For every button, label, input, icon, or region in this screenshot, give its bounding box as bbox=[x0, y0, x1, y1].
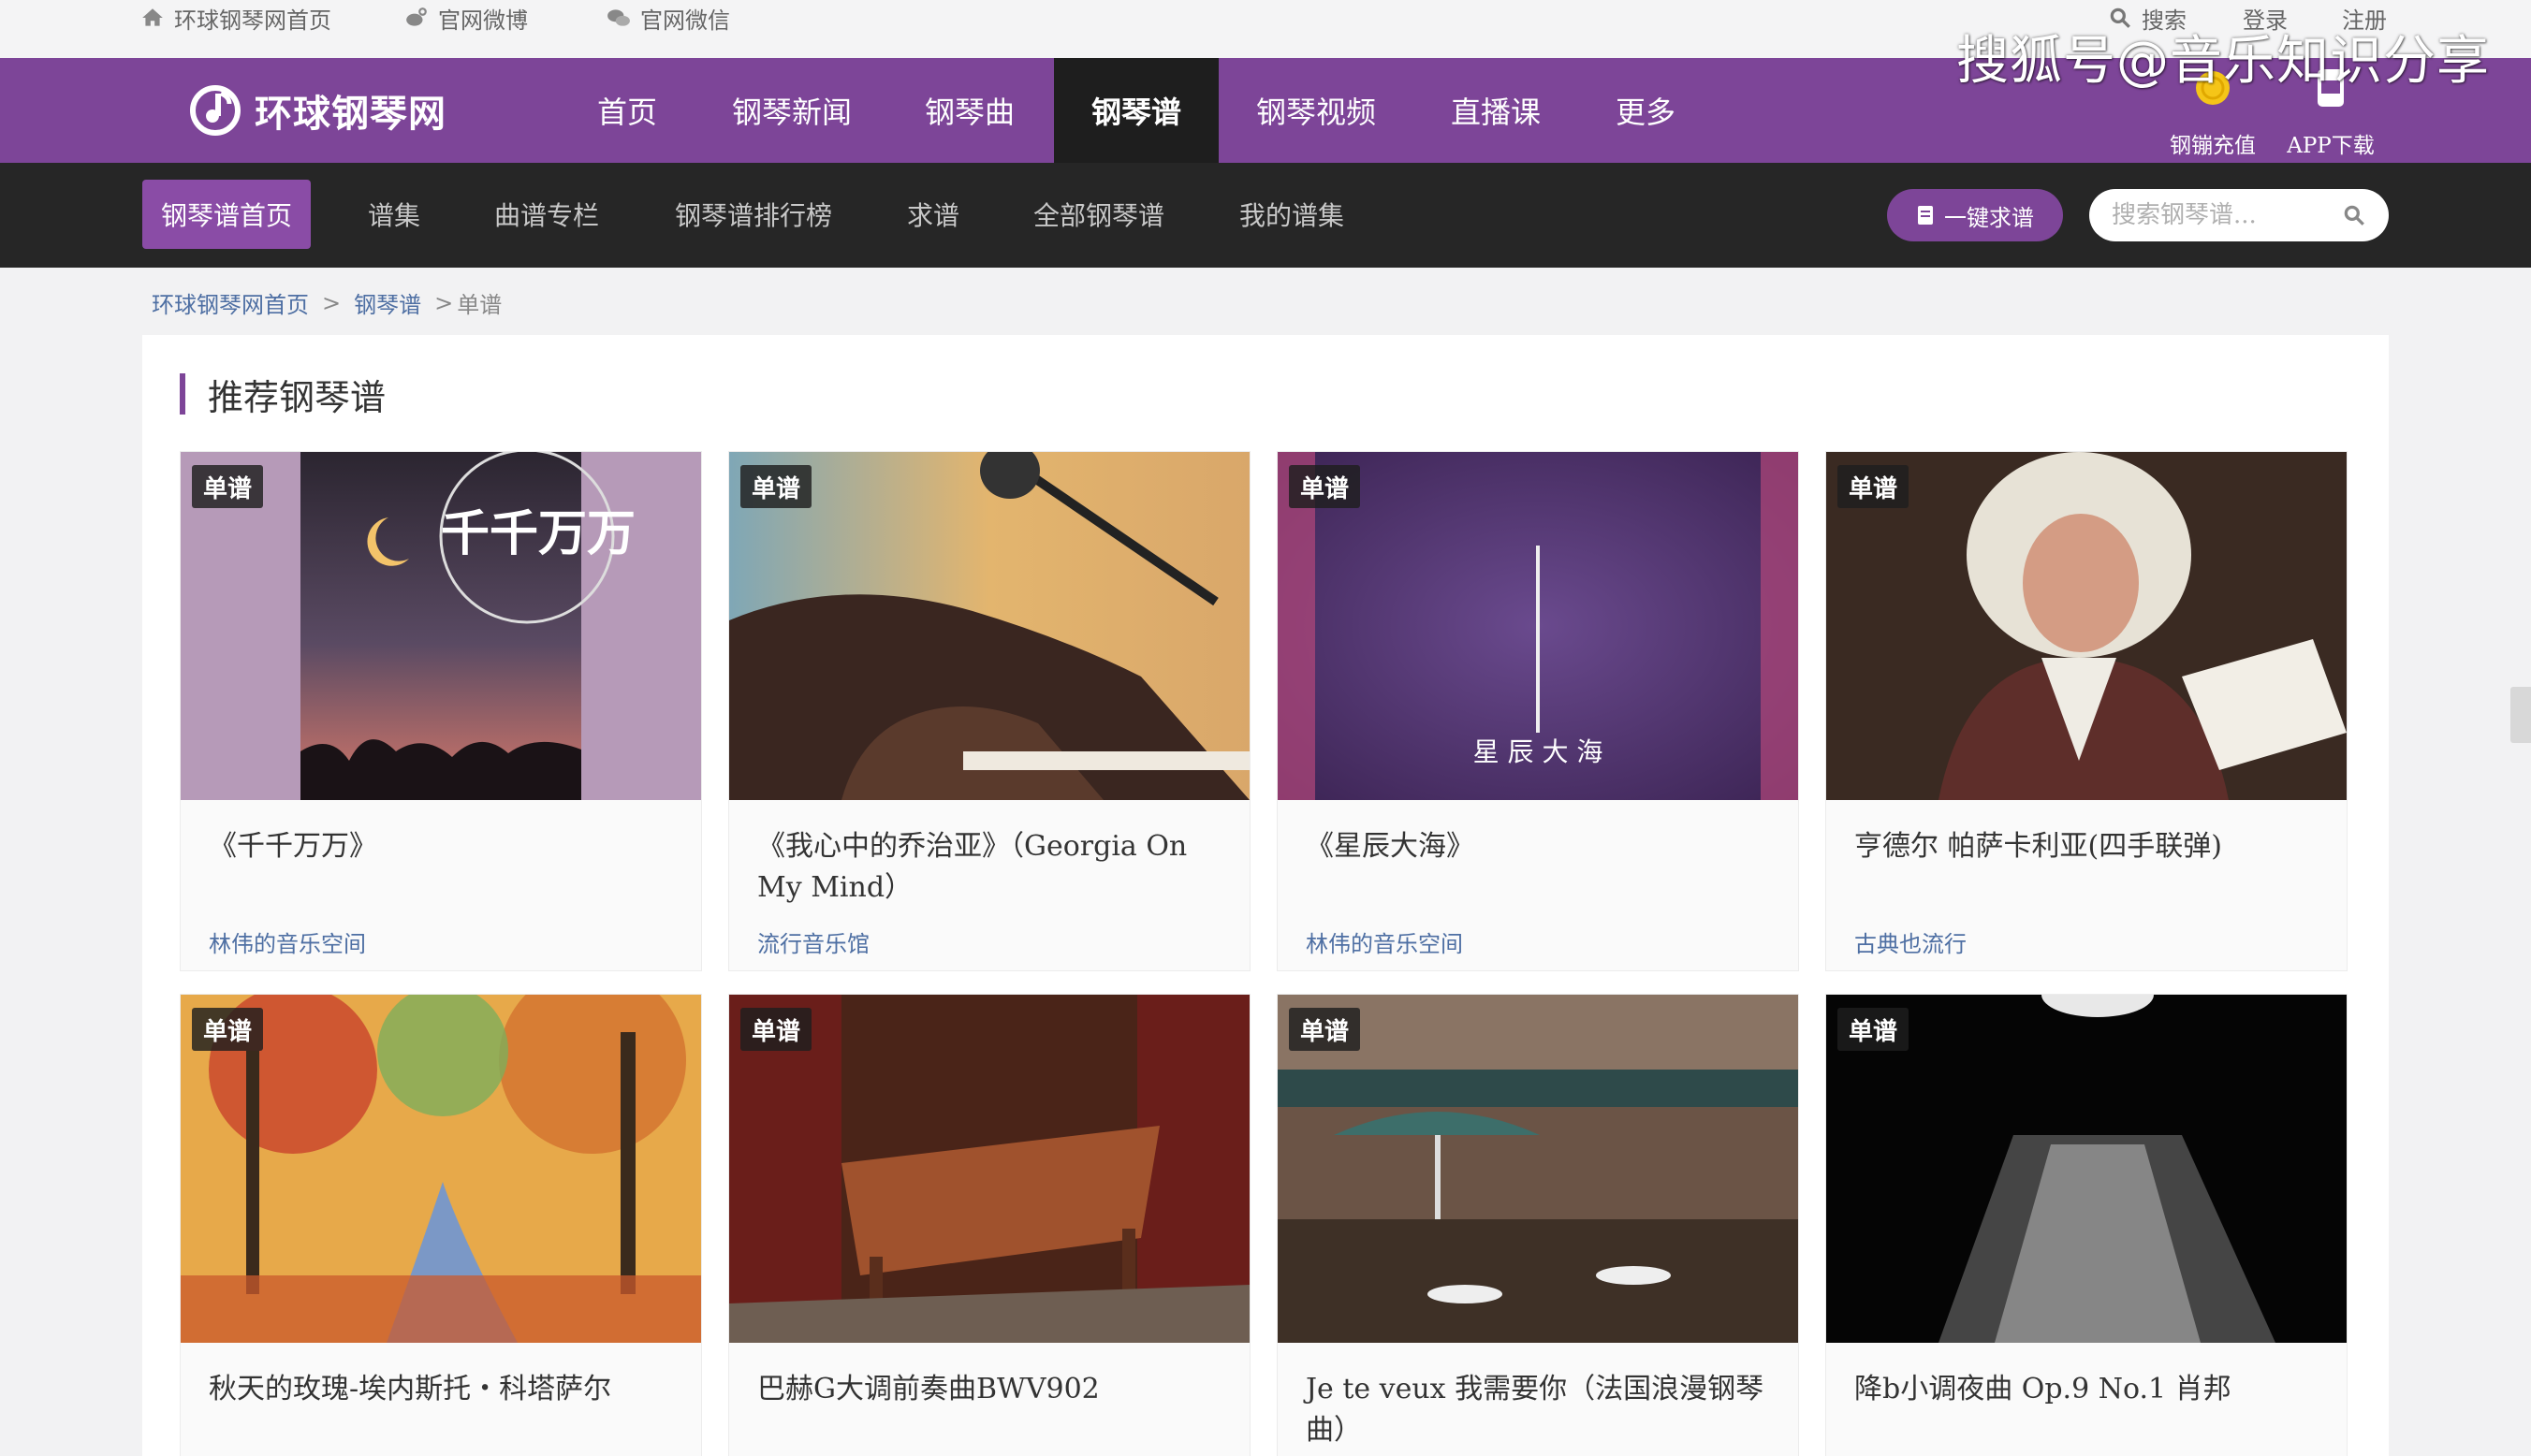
watermark: 搜狐号@音乐知识分享 bbox=[1956, 31, 2490, 92]
wechat-icon bbox=[607, 9, 630, 26]
score-type-badge: 单谱 bbox=[1289, 465, 1361, 508]
top-home-label: 环球钢琴网首页 bbox=[174, 7, 331, 34]
score-type-badge: 单谱 bbox=[1837, 465, 1909, 508]
document-icon bbox=[1918, 206, 1933, 225]
score-type-badge: 单谱 bbox=[192, 465, 264, 508]
subnav-request[interactable]: 求谱 bbox=[891, 180, 975, 249]
score-card[interactable]: 单谱 《我心中的乔治亚》（Georgia On My Mind） 流行音乐馆 bbox=[728, 451, 1251, 971]
card-title[interactable]: Je te veux 我需要你（法国浪漫钢琴曲） bbox=[1306, 1369, 1774, 1451]
logo-icon bbox=[190, 85, 241, 136]
score-card[interactable]: 单谱 秋天的玫瑰-埃内斯托・科塔萨尔 bbox=[180, 994, 702, 1456]
score-search-box bbox=[2089, 189, 2389, 241]
logo-text: 环球钢琴网 bbox=[255, 93, 446, 136]
app-download-label: APP下载 bbox=[2287, 134, 2375, 158]
score-type-badge: 单谱 bbox=[192, 1008, 264, 1051]
breadcrumb-separator: > bbox=[322, 289, 342, 316]
home-icon bbox=[142, 8, 163, 26]
score-card[interactable]: 单谱 巴赫G大调前奏曲BWV902 bbox=[728, 994, 1251, 1456]
score-type-badge: 单谱 bbox=[740, 465, 812, 508]
section-title: 推荐钢琴谱 bbox=[208, 376, 387, 418]
breadcrumb-separator: > bbox=[434, 289, 454, 316]
score-card[interactable]: 星 辰 大 海 单谱 《星辰大海》 林伟的音乐空间 bbox=[1277, 451, 1799, 971]
breadcrumb: 环球钢琴网首页 > 钢琴谱 > 单谱 bbox=[152, 286, 502, 319]
nav-live-class[interactable]: 直播课 bbox=[1432, 58, 1559, 163]
score-card[interactable]: 千千万万 单谱 《千千万万》 林伟的音乐空间 bbox=[180, 451, 702, 971]
nav-piano-videos[interactable]: 钢琴视频 bbox=[1237, 58, 1395, 163]
card-title[interactable]: 亨德尔 帕萨卡利亚(四手联弹) bbox=[1854, 826, 2322, 867]
card-title[interactable]: 降b小调夜曲 Op.9 No.1 肖邦 bbox=[1854, 1369, 2322, 1410]
score-card[interactable]: 单谱 亨德尔 帕萨卡利亚(四手联弹) 古典也流行 bbox=[1825, 451, 2348, 971]
request-score-label: 一键求谱 bbox=[1944, 204, 2034, 231]
recharge-label: 钢镚充值 bbox=[2170, 134, 2256, 158]
request-score-button[interactable]: 一键求谱 bbox=[1887, 189, 2063, 241]
card-title[interactable]: 《星辰大海》 bbox=[1306, 826, 1774, 867]
subnav-my-collections[interactable]: 我的谱集 bbox=[1222, 180, 1361, 249]
top-wechat-link[interactable]: 官网微信 bbox=[607, 0, 730, 36]
nav-piano-news[interactable]: 钢琴新闻 bbox=[717, 58, 867, 163]
breadcrumb-section[interactable]: 钢琴谱 bbox=[354, 286, 421, 319]
card-title[interactable]: 《我心中的乔治亚》（Georgia On My Mind） bbox=[757, 826, 1225, 909]
site-logo[interactable]: 环球钢琴网 bbox=[187, 80, 446, 140]
subnav-collections[interactable]: 谱集 bbox=[350, 180, 438, 249]
score-type-badge: 单谱 bbox=[1837, 1008, 1909, 1051]
thumb-title-text: 星 辰 大 海 bbox=[1473, 736, 1603, 767]
top-weibo-label: 官网微博 bbox=[438, 7, 528, 34]
nav-more[interactable]: 更多 bbox=[1597, 58, 1694, 163]
card-title[interactable]: 巴赫G大调前奏曲BWV902 bbox=[757, 1369, 1225, 1410]
subnav-ranking[interactable]: 钢琴谱排行榜 bbox=[655, 180, 852, 249]
subnav-scores-home[interactable]: 钢琴谱首页 bbox=[142, 180, 311, 249]
top-weibo-link[interactable]: 官网微博 bbox=[404, 0, 528, 36]
section-heading: 推荐钢琴谱 bbox=[180, 372, 386, 418]
score-card[interactable]: 单谱 Je te veux 我需要你（法国浪漫钢琴曲） bbox=[1277, 994, 1799, 1456]
score-type-badge: 单谱 bbox=[740, 1008, 812, 1051]
score-search-input[interactable] bbox=[2112, 201, 2327, 229]
card-title[interactable]: 秋天的玫瑰-埃内斯托・科塔萨尔 bbox=[209, 1369, 677, 1410]
weibo-icon bbox=[406, 7, 427, 26]
card-title[interactable]: 《千千万万》 bbox=[209, 826, 677, 867]
card-source[interactable]: 林伟的音乐空间 bbox=[209, 925, 366, 958]
thumb-title-text: 千千万万 bbox=[441, 506, 636, 562]
nav-home[interactable]: 首页 bbox=[573, 58, 681, 163]
card-source[interactable]: 林伟的音乐空间 bbox=[1306, 925, 1463, 958]
recommend-panel: 推荐钢琴谱 千千万万 单谱 《千千万万》 林伟的音乐空间 单谱 《我心中的乔治亚… bbox=[142, 335, 2389, 1456]
breadcrumb-home[interactable]: 环球钢琴网首页 bbox=[152, 286, 309, 319]
top-wechat-label: 官网微信 bbox=[640, 7, 730, 34]
subnav-all-scores[interactable]: 全部钢琴谱 bbox=[1018, 180, 1179, 249]
card-source[interactable]: 流行音乐馆 bbox=[757, 925, 870, 958]
card-source[interactable]: 古典也流行 bbox=[1854, 925, 1967, 958]
breadcrumb-current: 单谱 bbox=[457, 292, 503, 318]
search-icon[interactable] bbox=[2342, 203, 2366, 227]
nav-piano-music[interactable]: 钢琴曲 bbox=[904, 58, 1035, 163]
subnav-columns[interactable]: 曲谱专栏 bbox=[479, 180, 614, 249]
top-home-link[interactable]: 环球钢琴网首页 bbox=[140, 0, 331, 36]
section-heading-bar bbox=[180, 373, 185, 415]
score-type-badge: 单谱 bbox=[1289, 1008, 1361, 1051]
score-card[interactable]: 单谱 降b小调夜曲 Op.9 No.1 肖邦 bbox=[1825, 994, 2348, 1456]
scroll-handle[interactable] bbox=[2510, 687, 2531, 743]
nav-piano-scores[interactable]: 钢琴谱 bbox=[1054, 58, 1219, 163]
